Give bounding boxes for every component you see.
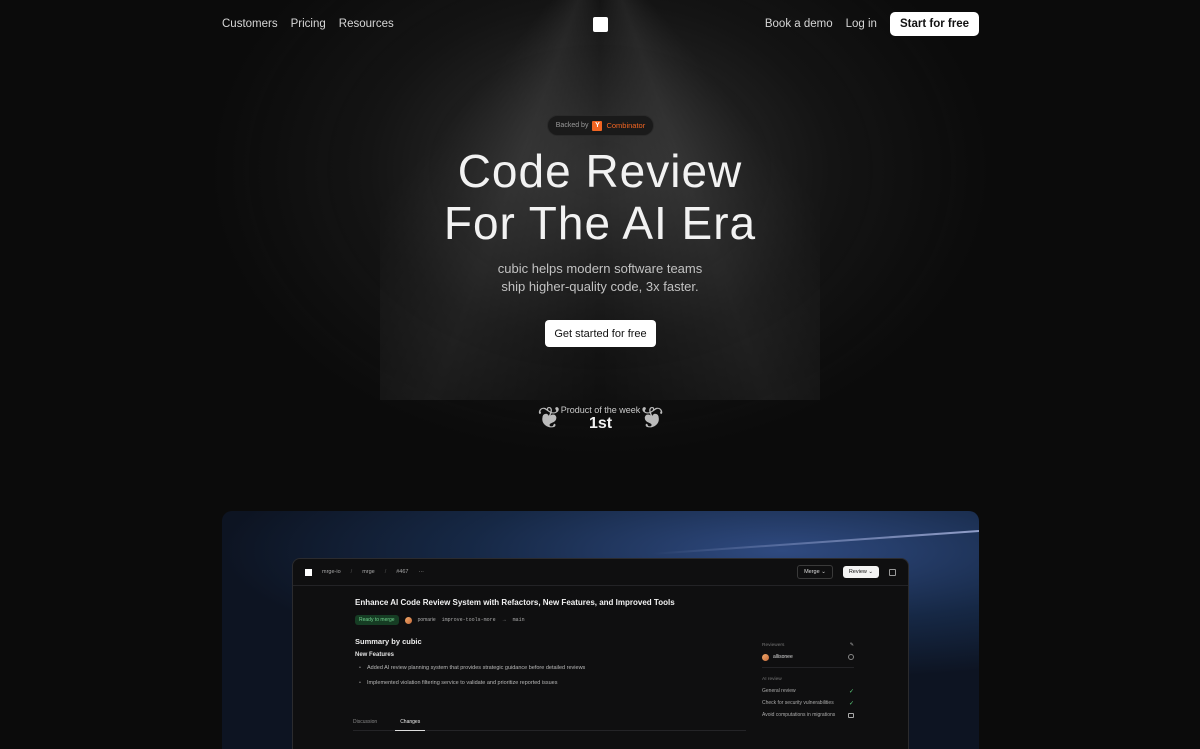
hero-title-line2: For The AI Era — [443, 197, 757, 249]
app-window: mrge-io / mrge / #467 ··· Merge ⌄ Review… — [292, 558, 909, 749]
breadcrumb-separator: / — [384, 569, 387, 575]
reviewer-avatar — [762, 653, 769, 661]
breadcrumb-separator: / — [350, 569, 353, 575]
sidebar-toggle-icon[interactable] — [889, 568, 896, 576]
check-icon: ✓ — [848, 700, 854, 707]
nav-left: Customers Pricing Resources — [222, 18, 394, 30]
breadcrumb-repo[interactable]: mrge — [362, 569, 375, 575]
reviewers-heading: Reviewers — [762, 642, 785, 648]
hero-sub-line2: ship higher-quality code, 3x faster. — [501, 279, 699, 294]
book-demo-link[interactable]: Book a demo — [765, 18, 833, 30]
review-button[interactable]: Review ⌄ — [842, 566, 879, 578]
status-badge: Ready to merge — [355, 615, 399, 625]
branch-to: main — [512, 617, 525, 623]
laurel-right-icon: ❦ — [638, 402, 664, 435]
yc-logo-icon: Y — [592, 120, 603, 131]
app-logo-icon — [305, 568, 312, 576]
hero-sub-line1: cubic helps modern software teams — [497, 261, 703, 276]
tab-changes[interactable]: Changes — [395, 719, 426, 731]
feature-list: Added AI review planning system that pro… — [359, 665, 585, 695]
more-icon[interactable]: ··· — [419, 569, 425, 575]
review-label: Review — [848, 569, 867, 575]
summary-heading: Summary by cubic — [355, 637, 422, 646]
pr-tabs: Discussion Changes — [353, 719, 746, 731]
hero-subtitle: cubic helps modern software teams ship h… — [350, 260, 850, 296]
login-link[interactable]: Log in — [846, 18, 877, 30]
edit-pencil-icon[interactable]: ✎ — [850, 642, 854, 648]
ai-review-heading: AI review — [762, 676, 782, 682]
yc-badge: Backed by Y Combinator — [547, 115, 654, 136]
yc-name: Combinator — [606, 121, 646, 130]
author-name[interactable]: pomarie — [418, 617, 436, 623]
start-free-button[interactable]: Start for free — [889, 12, 979, 36]
product-showcase: mrge-io / mrge / #467 ··· Merge ⌄ Review… — [222, 511, 979, 749]
ai-check-label: Avoid computations in migrations — [762, 712, 836, 718]
ai-check-label: General review — [762, 688, 796, 694]
pr-title: Enhance AI Code Review System with Refac… — [355, 598, 675, 607]
backed-by-label: Backed by — [555, 122, 589, 129]
merge-label: Merge — [804, 569, 820, 575]
branch-from: improve-tools-more — [441, 617, 496, 623]
breadcrumb-pr[interactable]: #467 — [396, 569, 408, 575]
pr-meta: Ready to merge pomarie improve-tools-mor… — [355, 615, 525, 625]
ai-check-row: General review ✓ — [762, 685, 854, 697]
get-started-button[interactable]: Get started for free — [545, 320, 656, 347]
hero-title: Code Review For The AI Era — [300, 145, 900, 249]
nav-pricing[interactable]: Pricing — [291, 18, 326, 30]
divider — [762, 667, 854, 668]
nav-customers[interactable]: Customers — [222, 18, 278, 30]
pr-sidebar: Reviewers ✎ allisonee AI review General … — [762, 639, 854, 721]
reviewer-name: allisonee — [773, 654, 793, 660]
comment-icon[interactable] — [848, 712, 854, 718]
nav-right: Book a demo Log in Start for free — [765, 12, 979, 36]
tab-discussion[interactable]: Discussion — [353, 719, 377, 725]
product-of-week-award: ❦ ❦ Product of the week 1st — [535, 399, 666, 441]
arrow-right-icon: → — [501, 617, 507, 623]
cubic-logo[interactable] — [593, 17, 608, 32]
app-toolbar: mrge-io / mrge / #467 ··· Merge ⌄ Review… — [293, 559, 908, 586]
new-features-heading: New Features — [355, 652, 395, 658]
reviewer-item[interactable]: allisonee — [762, 653, 793, 661]
check-icon: ✓ — [848, 688, 854, 695]
nav-resources[interactable]: Resources — [339, 18, 394, 30]
breadcrumb-org[interactable]: mrge-io — [322, 569, 341, 575]
ai-check-row: Check for security vulnerabilities ✓ — [762, 697, 854, 709]
hero-title-line1: Code Review — [457, 145, 743, 197]
list-item: Added AI review planning system that pro… — [359, 665, 585, 671]
author-avatar — [404, 616, 412, 624]
list-item: Implemented violation filtering service … — [359, 680, 585, 686]
laurel-left-icon: ❦ — [537, 402, 563, 435]
ai-check-row: Avoid computations in migrations — [762, 709, 854, 721]
merge-button[interactable]: Merge ⌄ — [797, 565, 833, 579]
pending-status-icon — [848, 654, 854, 660]
ai-check-label: Check for security vulnerabilities — [762, 700, 834, 706]
